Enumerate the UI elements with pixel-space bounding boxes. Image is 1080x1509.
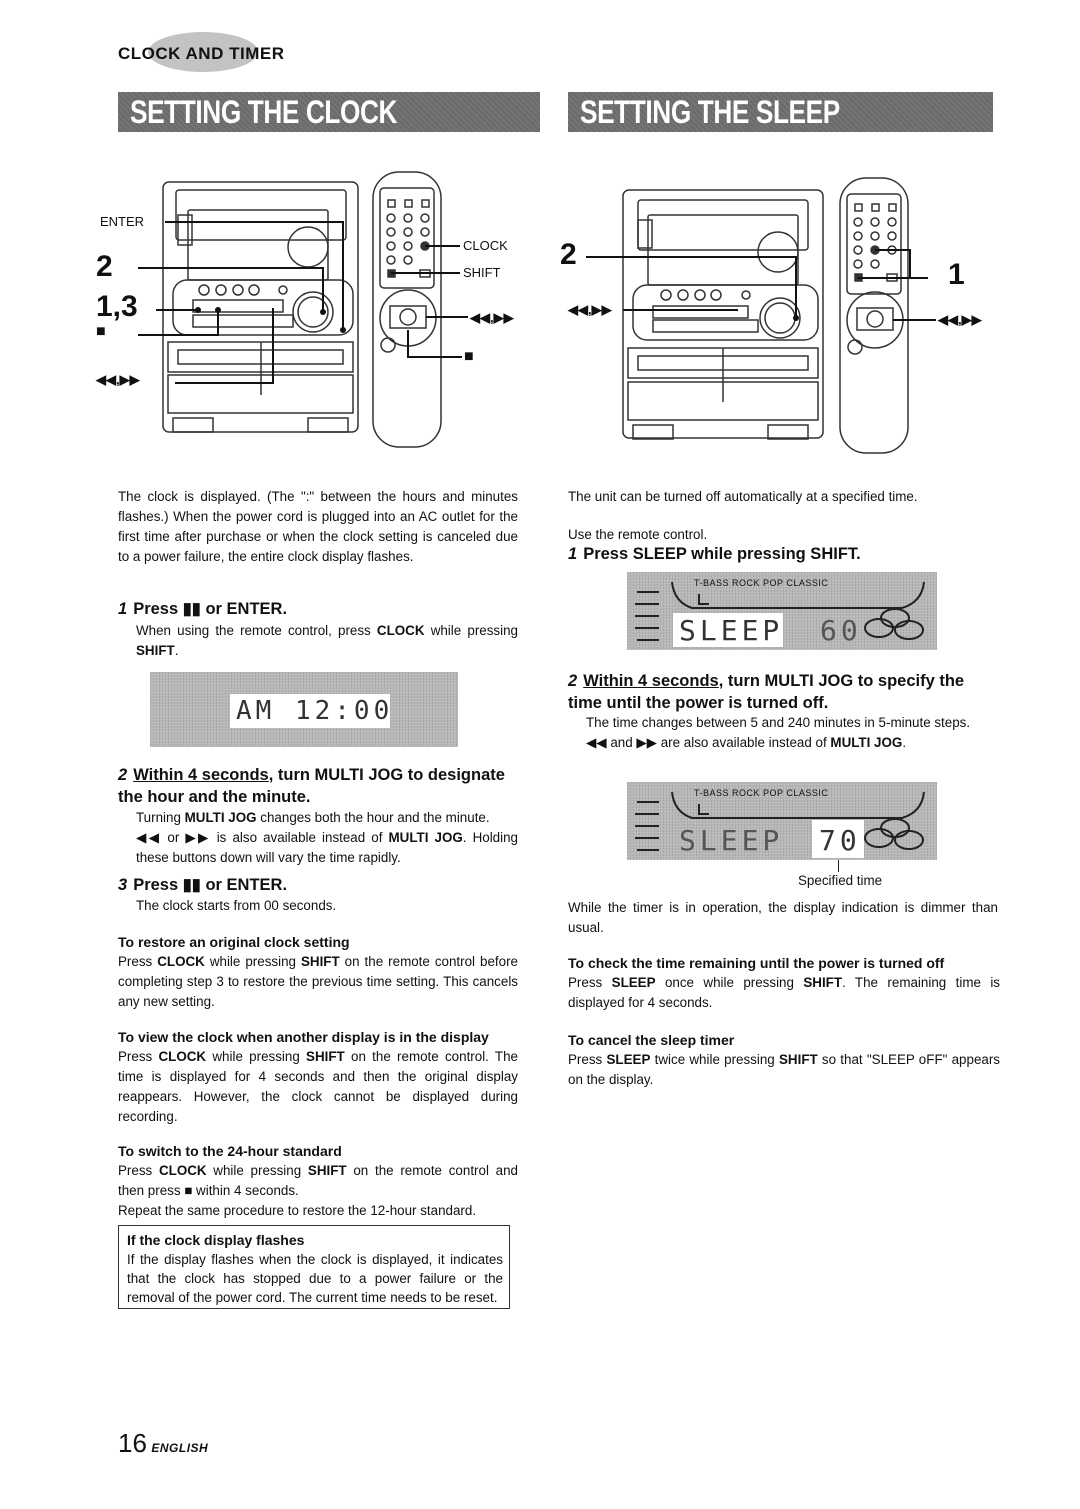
sleep-step-2-title: 2 Within 4 seconds, turn MULTI JOG to spe… bbox=[568, 672, 965, 712]
stereo-and-remote-diagram-sleep bbox=[586, 177, 936, 454]
dimmer-note: While the timer is in operation, the dis… bbox=[568, 900, 998, 935]
label-step-2-sleep: 2 bbox=[560, 238, 577, 271]
restore-section: To restore an original clock setting Pre… bbox=[118, 934, 518, 1009]
lcd-value-1: 60 bbox=[820, 614, 862, 647]
lcd-main-2: SLEEP bbox=[679, 824, 784, 857]
volume-knob bbox=[287, 226, 329, 268]
clock-step-2-body: Turning MULTI JOG changes both the hour … bbox=[136, 810, 518, 865]
banner-setting-sleep-timer: SETTING THE SLEEP TIMER bbox=[568, 92, 993, 170]
page-footer: 16 ENGLISH bbox=[118, 1428, 208, 1459]
skip-buttons-icon: ◀◀,▶▶ bbox=[96, 372, 140, 387]
switch-24h-section: To switch to the 24-hour standard Press … bbox=[118, 1143, 518, 1218]
clock-display-value: AM 12:00 bbox=[236, 696, 394, 726]
clock-step-3-body: The clock starts from 00 seconds. bbox=[136, 898, 337, 913]
use-remote-note: Use the remote control. bbox=[568, 527, 708, 542]
label-step-1-3: 1,3 bbox=[96, 290, 138, 323]
section-tag: CLOCK AND TIMER bbox=[118, 32, 284, 72]
language-label: ENGLISH bbox=[151, 1441, 209, 1455]
view-clock-section: To view the clock when another display i… bbox=[118, 1029, 518, 1124]
check-remaining-section: To check the time remaining until the po… bbox=[568, 955, 1001, 1010]
remote-stop-icon: ■ bbox=[464, 348, 474, 365]
stop-icon: ■ bbox=[96, 323, 106, 340]
label-enter: ENTER bbox=[100, 214, 145, 229]
multi-jog-dial bbox=[292, 291, 334, 333]
label-step-2: 2 bbox=[96, 250, 113, 283]
specified-time-caption: Specified time bbox=[798, 873, 883, 888]
sleep-intro: The unit can be turned off automatically… bbox=[568, 489, 918, 504]
label-shift: SHIFT bbox=[463, 265, 501, 280]
note-box: If the clock display flashes If the disp… bbox=[118, 1225, 510, 1309]
clock-step-3-title: 3 Press ▮▮ or ENTER. bbox=[118, 876, 288, 894]
clock-intro: The clock is displayed. (The ":" between… bbox=[118, 489, 518, 564]
sleep-step-1-title: 1 Press SLEEP while pressing SHIFT. bbox=[568, 545, 861, 563]
lcd-indicators-1: T-BASS ROCK POP CLASSIC bbox=[694, 578, 829, 588]
clock-step-1-title: 1 Press ▮▮ or ENTER. bbox=[118, 600, 288, 618]
sleep-display-lcd-1: T-BASS ROCK POP CLASSIC SLEEP 60 bbox=[627, 572, 937, 650]
skip-buttons-icon-sleep: ◀◀,▶▶ bbox=[568, 302, 612, 317]
sleep-illustration: 2 1 ◀◀,▶▶ ◀◀,▶▶ bbox=[560, 170, 988, 460]
clock-illustration: ENTER 2 1,3 ■ ◀◀,▶▶ CLOCK SHIFT ◀◀,▶▶ ■ bbox=[96, 170, 538, 460]
remote-skip-icon: ◀◀,▶▶ bbox=[470, 310, 514, 325]
clock-display-lcd: AM 12:00 bbox=[150, 672, 458, 747]
remote-skip-icon-sleep: ◀◀,▶▶ bbox=[938, 312, 982, 327]
lcd-value-2: 70 bbox=[819, 824, 861, 857]
clock-step-1-body: When using the remote control, press CLO… bbox=[136, 623, 518, 658]
page-number: 16 bbox=[118, 1428, 147, 1458]
banner-setting-clock: SETTING THE CLOCK bbox=[118, 92, 540, 132]
clock-step-2-title: 2 Within 4 seconds, turn MULTI JOG to des… bbox=[118, 766, 505, 806]
lcd-indicators-2: T-BASS ROCK POP CLASSIC bbox=[694, 788, 829, 798]
lcd-main-1: SLEEP bbox=[679, 614, 784, 647]
sleep-step-2-body: The time changes between 5 and 240 minut… bbox=[586, 715, 971, 750]
sleep-display-lcd-2: T-BASS ROCK POP CLASSIC SLEEP 70 bbox=[627, 782, 937, 860]
cancel-sleep-section: To cancel the sleep timer Press SLEEP tw… bbox=[568, 1032, 1001, 1087]
label-step-1-sleep: 1 bbox=[948, 258, 965, 291]
label-clock: CLOCK bbox=[463, 238, 508, 253]
